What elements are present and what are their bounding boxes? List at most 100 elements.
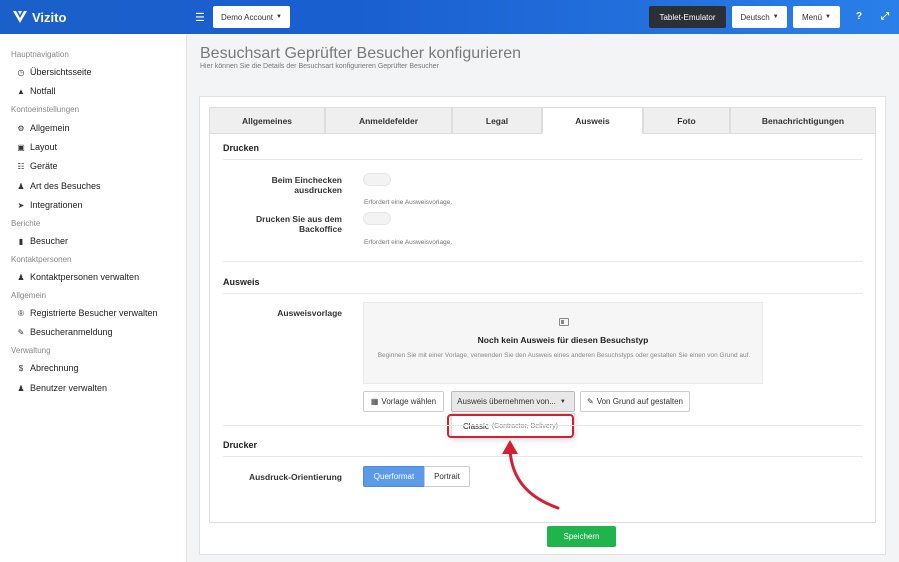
menu-dropdown[interactable]: Menü ▼	[793, 6, 840, 28]
sidebar-item-label: Registrierte Besucher verwalten	[30, 308, 158, 318]
sidebar-item-kontaktpersonen-verwalten[interactable]: ♟ Kontaktpersonen verwalten	[16, 272, 139, 282]
pencil-icon: ✎	[17, 327, 25, 337]
warning-icon: ▲	[17, 86, 25, 96]
checkin-print-toggle[interactable]	[363, 173, 391, 186]
sidebar-item-label: Kontaktpersonen verwalten	[30, 272, 140, 282]
backoffice-print-help: Erfordert eine Ausweisvorlage.	[364, 239, 453, 246]
choose-template-label: Vorlage wählen	[381, 397, 437, 406]
sidebar-item-label: Notfall	[30, 86, 56, 96]
sidebar-heading: Kontaktpersonen	[11, 255, 72, 264]
grid-icon: ▦	[370, 397, 379, 406]
design-from-scratch-label: Von Grund auf gestalten	[596, 397, 683, 406]
sidebar-heading: Hauptnavigation	[11, 50, 69, 59]
badge-template-label: Ausweisvorlage	[277, 308, 342, 318]
divider	[223, 425, 863, 426]
hamburger-menu-icon[interactable]: ☰	[195, 11, 205, 24]
sidebar-item-geraete[interactable]: ☷ Geräte	[16, 161, 58, 171]
user-plus-icon: ♟	[17, 383, 25, 393]
registered-icon: ®	[18, 308, 24, 318]
sidebar-item-label: Geräte	[30, 161, 58, 171]
account-dropdown[interactable]: Demo Account ▼	[213, 6, 290, 28]
sidebar-item-besucheranmeldung[interactable]: ✎ Besucheranmeldung	[16, 327, 113, 337]
language-label: Deutsch	[740, 12, 770, 22]
empty-state-text: Beginnen Sie mit einer Vorlage, verwende…	[377, 352, 751, 359]
option-detail: (Contractor, Delivery)	[491, 422, 558, 430]
expand-icon[interactable]: ⤢	[881, 11, 889, 22]
sidebar-heading: Allgemein	[11, 291, 47, 300]
annotation-arrow-icon	[502, 440, 560, 510]
person-icon: ♟	[17, 272, 25, 282]
question-icon[interactable]: ?	[856, 11, 862, 22]
checkin-print-label: Beim Einchecken ausdrucken	[271, 175, 342, 195]
caret-down-icon: ▼	[276, 14, 282, 20]
checkin-print-help: Erfordert eine Ausweisvorlage.	[364, 199, 453, 206]
sidebar-heading: Berichte	[11, 219, 41, 228]
tab-allgemeines[interactable]: Allgemeines	[209, 107, 325, 134]
sidebar-item-benutzer-verwalten[interactable]: ♟ Benutzer verwalten	[16, 383, 107, 393]
sidebar-item-registrierte-besucher[interactable]: ® Registrierte Besucher verwalten	[16, 308, 158, 318]
sidebar-item-label: Integrationen	[30, 200, 83, 210]
empty-state-title: Noch kein Ausweis für diesen Besuchstyp	[477, 335, 649, 345]
option-name: Classic	[463, 421, 489, 431]
sidebar-item-allgemein[interactable]: ⚙ Allgemein	[16, 123, 70, 133]
top-bar: Vizito ☰ Demo Account ▼ Tablet-Emulator D…	[0, 0, 899, 34]
language-dropdown[interactable]: Deutsch ▼	[732, 6, 787, 28]
users-icon: ♟	[17, 181, 25, 191]
dashboard-icon: ◷	[17, 67, 25, 77]
dollar-icon: $	[18, 363, 24, 373]
caret-down-icon: ▼	[825, 14, 831, 20]
menu-label: Menü	[802, 12, 823, 22]
sidebar-heading: Verwaltung	[11, 346, 51, 355]
choose-template-button[interactable]: ▦ Vorlage wählen	[363, 391, 444, 412]
sidebar-item-label: Übersichtsseite	[30, 67, 92, 77]
tab-legal[interactable]: Legal	[452, 107, 542, 134]
tab-foto[interactable]: Foto	[643, 107, 730, 134]
landscape-option[interactable]: Querformat	[363, 466, 425, 487]
page-title: Besuchsart Geprüfter Besucher konfigurie…	[200, 45, 522, 62]
sidebar-item-label: Benutzer verwalten	[30, 383, 108, 393]
vizito-logo-icon	[13, 11, 27, 23]
orientation-label: Ausdruck-Orientierung	[248, 472, 342, 482]
sidebar-item-art-des-besuches[interactable]: ♟ Art des Besuches	[16, 181, 101, 191]
save-button[interactable]: Speichern	[547, 526, 616, 547]
sidebar-item-notfall[interactable]: ▲ Notfall	[16, 86, 56, 96]
page-subtitle: Hier können Sie die Details der Besuchsa…	[200, 63, 439, 70]
empty-badge-state: Noch kein Ausweis für diesen Besuchstyp …	[363, 302, 763, 384]
sidebar-item-label: Layout	[30, 142, 58, 152]
tablet-emulator-button[interactable]: Tablet-Emulator	[649, 6, 726, 28]
section-title-ausweis: Ausweis	[223, 277, 260, 287]
dropdown-option-classic[interactable]: Classic (Contractor, Delivery)	[447, 414, 574, 438]
tab-ausweis[interactable]: Ausweis	[542, 107, 643, 134]
section-title-drucker: Drucker	[223, 440, 258, 450]
sidebar-item-besucher[interactable]: ▮ Besucher	[16, 236, 68, 246]
book-icon: ▮	[18, 236, 24, 246]
sidebar-item-uebersichtsseite[interactable]: ◷ Übersichtsseite	[16, 67, 92, 77]
tab-bar: Allgemeines Anmeldefelder Legal Ausweis …	[209, 107, 876, 134]
sidebar-item-label: Besucher	[30, 236, 69, 246]
sidebar-item-abrechnung[interactable]: $ Abrechnung	[16, 363, 79, 373]
backoffice-print-toggle[interactable]	[363, 212, 391, 225]
caret-down-icon: ▼	[559, 398, 566, 405]
sidebar-item-label: Abrechnung	[30, 363, 79, 373]
tab-anmeldefelder[interactable]: Anmeldefelder	[325, 107, 452, 134]
sidebar-item-label: Allgemein	[30, 123, 70, 133]
brand-name: Vizito	[32, 9, 67, 25]
sitemap-icon: ☷	[17, 161, 25, 171]
sidebar-item-layout[interactable]: ▣ Layout	[16, 142, 57, 152]
brand-logo[interactable]: Vizito	[12, 9, 66, 25]
divider	[223, 261, 863, 262]
account-label: Demo Account	[221, 12, 274, 22]
section-title-drucken: Drucken	[223, 143, 260, 153]
tab-benachrichtigungen[interactable]: Benachrichtigungen	[730, 107, 876, 134]
copy-badge-dropdown[interactable]: Ausweis übernehmen von... ▼	[451, 391, 575, 412]
plug-icon: ➤	[17, 200, 25, 210]
portrait-option[interactable]: Portrait	[424, 466, 470, 487]
copy-badge-label: Ausweis übernehmen von...	[457, 397, 556, 406]
pencil-icon: ✎	[587, 397, 594, 406]
sidebar-item-integrationen[interactable]: ➤ Integrationen	[16, 200, 83, 210]
sidebar-item-label: Art des Besuches	[30, 181, 101, 191]
design-from-scratch-button[interactable]: ✎ Von Grund auf gestalten	[580, 391, 690, 412]
image-icon: ▣	[17, 142, 25, 152]
caret-down-icon: ▼	[772, 14, 779, 20]
sidebar-heading: Kontoeinstellungen	[11, 105, 80, 114]
